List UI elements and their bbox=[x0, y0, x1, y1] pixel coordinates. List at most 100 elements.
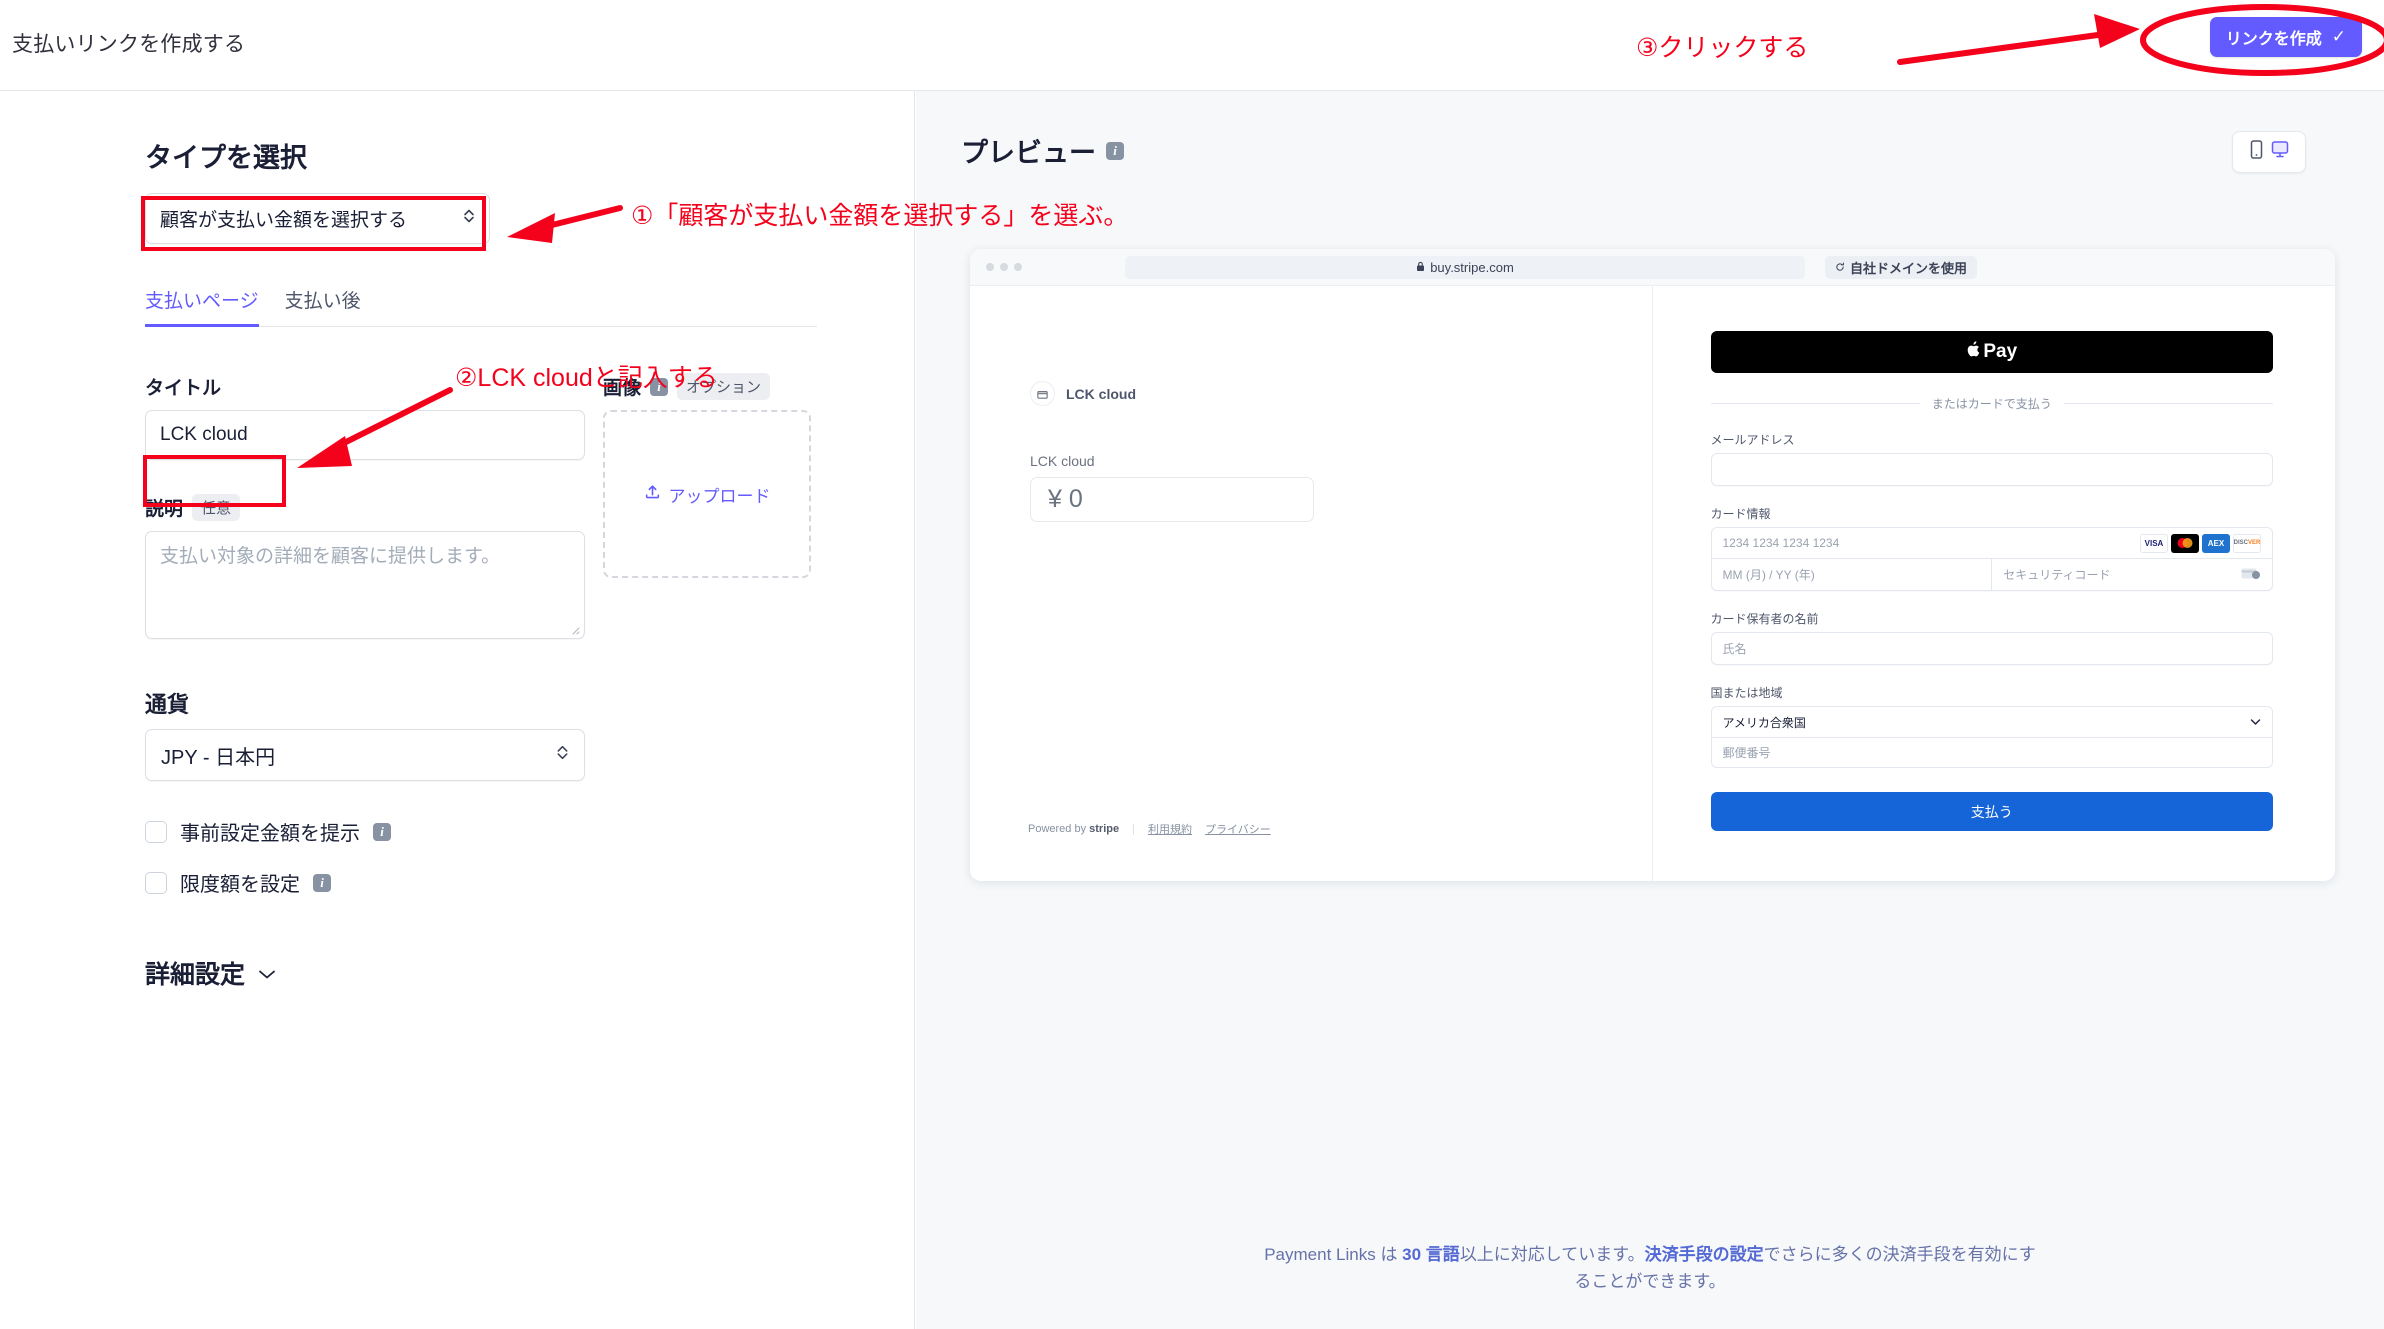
custom-domain-button[interactable]: 自社ドメインを使用 bbox=[1825, 256, 1978, 279]
upload-label: アップロード bbox=[668, 486, 771, 506]
email-input[interactable] bbox=[1710, 453, 2273, 486]
section-title-type: タイプを選択 bbox=[145, 143, 307, 173]
checkbox-limit-label: 限度額を設定 bbox=[180, 874, 300, 896]
checkout-form-pane: Pay またはカードで支払う メールアドレス カード情報 1234 1234 1… bbox=[1653, 286, 2336, 881]
checkbox-preset-amount-label: 事前設定金額を提示 bbox=[180, 823, 360, 845]
check-icon: ✓ bbox=[2331, 27, 2346, 46]
country-zip-group: アメリカ合衆国 郵便番号 bbox=[1710, 706, 2273, 768]
form-panel: タイプを選択 顧客が支払い金額を選択する 支払いページ 支払い後 タイトル LC… bbox=[0, 91, 915, 1329]
card-cvc-input[interactable]: セキュリティコード bbox=[1992, 559, 2272, 590]
checkbox-preset-amount[interactable] bbox=[145, 820, 167, 843]
amount-input[interactable]: ¥ 0 bbox=[1030, 477, 1314, 522]
cardholder-name-input[interactable]: 氏名 bbox=[1710, 632, 2273, 665]
apple-pay-button[interactable]: Pay bbox=[1710, 331, 2273, 373]
currency-value: JPY - 日本円 bbox=[161, 746, 276, 769]
form-tabs: 支払いページ 支払い後 bbox=[145, 286, 817, 327]
card-info-label: カード情報 bbox=[1710, 507, 1771, 521]
custom-domain-label: 自社ドメインを使用 bbox=[1850, 261, 1968, 276]
image-upload-dropzone[interactable]: アップロード bbox=[603, 410, 811, 578]
store-icon bbox=[1030, 381, 1055, 406]
checkout-summary-pane: LCK cloud LCK cloud ¥ 0 Powered by strip… bbox=[970, 286, 1653, 881]
payment-type-select[interactable]: 顧客が支払い金額を選択する bbox=[145, 193, 490, 244]
card-expiry-input[interactable]: MM (月) / YY (年) bbox=[1712, 559, 1993, 590]
powered-by-row: Powered by stripe | 利用規約 プライバシー bbox=[1028, 821, 1271, 837]
window-controls bbox=[986, 263, 1022, 271]
payment-methods-link[interactable]: 決済手段の設定 bbox=[1645, 1245, 1764, 1264]
currency-label: 通貨 bbox=[145, 692, 190, 717]
description-optional-badge: 任意 bbox=[192, 494, 241, 521]
zip-placeholder: 郵便番号 bbox=[1722, 746, 1771, 760]
card-expiry-cvc-row: MM (月) / YY (年) セキュリティコード bbox=[1712, 559, 2273, 590]
merchant-row: LCK cloud bbox=[1030, 381, 1652, 406]
card-number-placeholder: 1234 1234 1234 1234 bbox=[1722, 536, 1840, 550]
payment-type-value: 顧客が支払い金額を選択する bbox=[160, 210, 408, 231]
cardholder-name-label: カード保有者の名前 bbox=[1710, 612, 1819, 626]
browser-url-bar: buy.stripe.com bbox=[1125, 256, 1805, 279]
window-dot bbox=[1014, 263, 1022, 271]
powered-by-text: Powered by stripe bbox=[1028, 823, 1119, 835]
preview-browser-window: buy.stripe.com 自社ドメインを使用 LCK cloud LCK c… bbox=[970, 249, 2335, 881]
amount-label: LCK cloud bbox=[1030, 453, 1095, 469]
divider-line bbox=[2063, 403, 2274, 404]
info-icon[interactable]: i bbox=[373, 822, 391, 841]
preview-footer: Payment Links は 30 言語以上に対応しています。決済手段の設定で… bbox=[916, 1242, 2384, 1295]
zip-input[interactable]: 郵便番号 bbox=[1710, 737, 2273, 768]
privacy-link[interactable]: プライバシー bbox=[1205, 821, 1271, 837]
country-select[interactable]: アメリカ合衆国 bbox=[1710, 706, 2273, 737]
resize-handle-icon[interactable] bbox=[568, 623, 580, 635]
stripe-logo: stripe bbox=[1089, 823, 1120, 835]
or-divider: またはカードで支払う bbox=[1710, 395, 2274, 412]
powered-by-prefix: Powered by bbox=[1028, 823, 1087, 835]
info-icon[interactable]: i bbox=[1106, 141, 1124, 160]
checkbox-preset-amount-row[interactable]: 事前設定金額を提示 i bbox=[145, 817, 914, 846]
apple-pay-label: Pay bbox=[1983, 341, 2018, 362]
title-input[interactable]: LCK cloud bbox=[145, 410, 585, 460]
footer-highlight: 30 言語 bbox=[1402, 1245, 1460, 1265]
create-link-button[interactable]: リンクを作成 ✓ bbox=[2209, 17, 2362, 57]
apple-logo-icon bbox=[1966, 340, 1980, 364]
title-input-value: LCK cloud bbox=[160, 424, 248, 445]
currency-field-group: 通貨 JPY - 日本円 bbox=[145, 687, 914, 781]
refresh-icon bbox=[1835, 260, 1845, 275]
upload-icon bbox=[644, 483, 661, 505]
tab-after-payment[interactable]: 支払い後 bbox=[285, 286, 361, 326]
preview-title-row: プレビュー i bbox=[961, 131, 2384, 170]
chevron-updown-icon bbox=[463, 206, 475, 231]
card-info-group: 1234 1234 1234 1234 VISA AEX DISC VER MM… bbox=[1710, 527, 2273, 591]
info-icon[interactable]: i bbox=[313, 873, 331, 892]
advanced-settings-toggle[interactable]: 詳細設定 bbox=[145, 955, 914, 991]
preview-title: プレビュー bbox=[961, 138, 1096, 168]
currency-select[interactable]: JPY - 日本円 bbox=[145, 729, 585, 781]
page-title: 支払いリンクを作成する bbox=[12, 33, 246, 56]
card-cvc-placeholder: セキュリティコード bbox=[2003, 568, 2111, 582]
checkbox-limit[interactable] bbox=[145, 871, 167, 894]
desktop-icon[interactable] bbox=[2271, 139, 2289, 165]
create-link-label: リンクを作成 bbox=[2225, 31, 2322, 48]
checkbox-limit-row[interactable]: 限度額を設定 i bbox=[145, 868, 914, 897]
amex-icon: AEX bbox=[2202, 533, 2230, 553]
device-toggle[interactable] bbox=[2232, 131, 2306, 173]
card-number-input[interactable]: 1234 1234 1234 1234 VISA AEX DISC VER bbox=[1711, 528, 2272, 559]
advanced-settings-label: 詳細設定 bbox=[145, 961, 246, 989]
app-root: 支払いリンクを作成する リンクを作成 ✓ タイプを選択 顧客が支払い金額を選択す… bbox=[0, 0, 2384, 1329]
divider: | bbox=[1132, 823, 1135, 835]
divider-line bbox=[1710, 403, 1920, 404]
preview-panel: プレビュー i buy.stripe.com 自社ドメインを使用 LCK clo… bbox=[916, 91, 2384, 1329]
visa-icon: VISA bbox=[2140, 533, 2168, 553]
card-expiry-placeholder: MM (月) / YY (年) bbox=[1722, 568, 1815, 582]
country-value: アメリカ合衆国 bbox=[1722, 715, 1806, 730]
terms-link[interactable]: 利用規約 bbox=[1148, 821, 1192, 837]
window-dot bbox=[1000, 263, 1008, 271]
pay-button[interactable]: 支払う bbox=[1710, 792, 2273, 831]
image-field-group: 画像 i オプション アップロード bbox=[603, 373, 811, 639]
title-field-group: タイトル LCK cloud 説明 任意 支払い対象の詳細を顧客に提供します。 bbox=[145, 373, 585, 639]
pay-button-label: 支払う bbox=[1970, 803, 2013, 820]
amount-value: ¥ 0 bbox=[1048, 485, 1083, 513]
mobile-icon[interactable] bbox=[2249, 139, 2264, 165]
description-textarea[interactable]: 支払い対象の詳細を顧客に提供します。 bbox=[145, 531, 585, 639]
chevron-down-icon bbox=[257, 959, 277, 988]
browser-url-text: buy.stripe.com bbox=[1430, 260, 1514, 275]
mastercard-icon bbox=[2171, 533, 2199, 553]
tab-payment-page[interactable]: 支払いページ bbox=[145, 286, 259, 327]
annotation-step-3: ③クリックする bbox=[1636, 34, 1809, 62]
